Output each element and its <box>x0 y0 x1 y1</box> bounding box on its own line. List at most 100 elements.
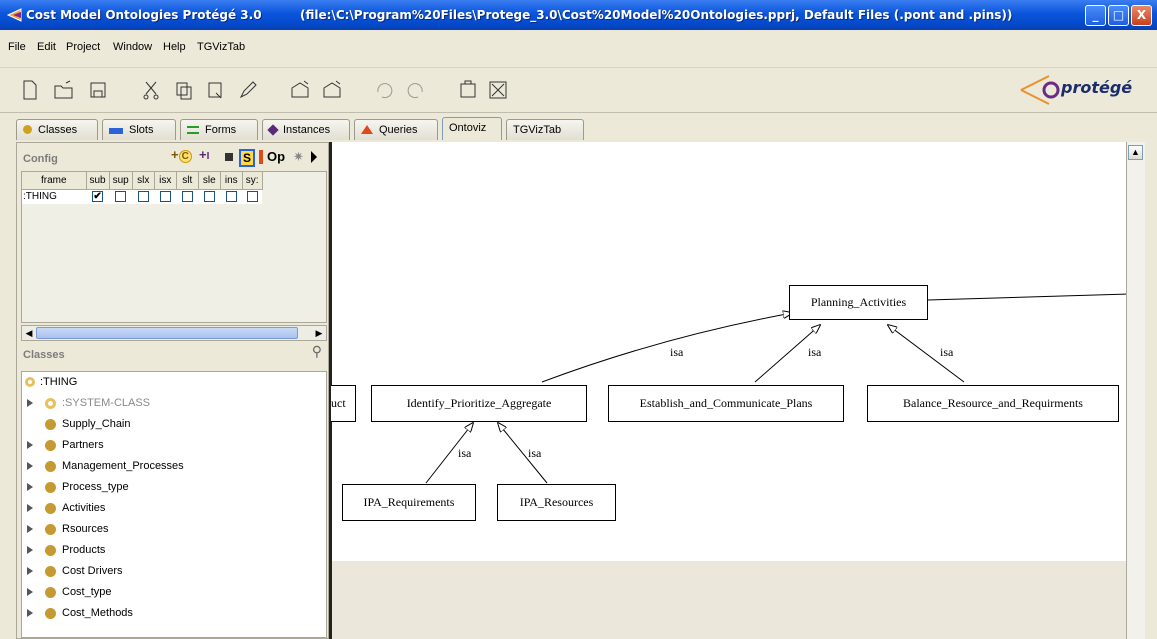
tab-slots[interactable]: Slots <box>102 119 176 140</box>
check-ins[interactable] <box>220 189 243 204</box>
scroll-right-icon[interactable]: ▶ <box>312 326 326 340</box>
check-sle[interactable] <box>198 189 221 204</box>
paste-icon[interactable] <box>204 78 228 102</box>
scroll-left-icon[interactable]: ◀ <box>22 326 36 340</box>
toolbar-more-icon[interactable] <box>311 151 317 163</box>
graph-canvas[interactable]: Planning_Activities uct Identify_Priorit… <box>331 142 1129 561</box>
menu-help[interactable]: Help <box>163 41 186 53</box>
delete-icon[interactable] <box>486 78 510 102</box>
find-class-icon[interactable]: ⚲ <box>312 343 322 360</box>
expand-icon[interactable] <box>27 546 33 554</box>
tree-item-thing[interactable]: :THING <box>22 374 326 395</box>
expand-icon[interactable] <box>27 567 33 575</box>
tab-forms[interactable]: Forms <box>180 119 258 140</box>
expand-icon[interactable] <box>27 483 33 491</box>
minimize-button[interactable]: _ <box>1085 5 1106 26</box>
col-slt[interactable]: slt <box>176 172 199 190</box>
window-titlebar[interactable]: Cost Model Ontologies Protégé 3.0 (file:… <box>0 0 1157 30</box>
menu-edit[interactable]: Edit <box>37 41 56 53</box>
class-tree[interactable]: :THING :SYSTEM-CLASS Supply_Chain Partne… <box>21 371 327 638</box>
tab-tgviztab[interactable]: TGVizTab <box>506 119 584 140</box>
cut-icon[interactable] <box>140 78 164 102</box>
create-instance-icon[interactable] <box>320 78 344 102</box>
check-sup[interactable] <box>109 189 133 204</box>
slots-toggle-icon[interactable]: S <box>239 149 256 167</box>
checkbox[interactable] <box>115 191 127 203</box>
col-sle[interactable]: sle <box>198 172 221 190</box>
maximize-button[interactable]: □ <box>1108 5 1129 26</box>
checkbox[interactable] <box>137 191 149 203</box>
close-button[interactable]: X <box>1131 5 1152 26</box>
expand-icon[interactable] <box>27 609 33 617</box>
checkbox[interactable] <box>225 191 237 203</box>
archive-icon[interactable] <box>456 78 480 102</box>
undo-icon[interactable] <box>372 78 396 102</box>
check-isx[interactable] <box>154 189 177 204</box>
edge-label-isa: isa <box>808 345 822 359</box>
tree-item-label: Partners <box>62 439 104 451</box>
node-establish-communicate-plans[interactable]: Establish_and_Communicate_Plans <box>608 385 844 422</box>
checkbox[interactable]: ✔ <box>92 191 104 203</box>
redo-icon[interactable] <box>404 78 428 102</box>
tree-item-label: Cost_type <box>62 586 112 598</box>
menu-file[interactable]: File <box>8 41 26 53</box>
add-class-icon[interactable]: + C <box>171 147 192 163</box>
open-project-icon[interactable] <box>52 78 76 102</box>
tab-classes[interactable]: Classes <box>16 119 98 140</box>
menu-window[interactable]: Window <box>113 41 152 53</box>
checkbox[interactable] <box>181 191 193 203</box>
tree-item-label: Supply_Chain <box>62 418 131 430</box>
copy-icon[interactable] <box>172 78 196 102</box>
check-sub[interactable]: ✔ <box>86 189 110 204</box>
col-sup[interactable]: sup <box>109 172 133 190</box>
menu-tgviztab[interactable]: TGVizTab <box>197 41 245 53</box>
create-class-icon[interactable] <box>288 78 312 102</box>
col-ins[interactable]: ins <box>220 172 243 190</box>
star-icon[interactable]: ✷ <box>293 149 304 165</box>
menu-project[interactable]: Project <box>66 41 100 53</box>
check-slt[interactable] <box>176 189 199 204</box>
expand-icon[interactable] <box>27 399 33 407</box>
expand-icon[interactable] <box>27 504 33 512</box>
col-frame[interactable]: frame <box>22 172 87 190</box>
class-icon <box>45 440 56 451</box>
edit-icon[interactable] <box>236 78 260 102</box>
node-partial[interactable]: uct <box>331 385 356 422</box>
check-sys[interactable] <box>242 189 263 204</box>
row-frame[interactable]: :THING <box>22 189 86 204</box>
remove-icon[interactable] <box>225 153 233 161</box>
query-icon <box>361 125 373 134</box>
col-slx[interactable]: slx <box>132 172 155 190</box>
class-icon <box>45 419 56 430</box>
save-project-icon[interactable] <box>86 78 110 102</box>
checkbox[interactable] <box>246 191 258 203</box>
expand-icon[interactable] <box>27 588 33 596</box>
expand-icon[interactable] <box>27 462 33 470</box>
tab-label: Queries <box>379 124 418 136</box>
table-row[interactable]: :THING ✔ <box>22 189 263 204</box>
node-planning-activities[interactable]: Planning_Activities <box>789 285 928 320</box>
expand-icon[interactable] <box>27 525 33 533</box>
scroll-up-icon[interactable]: ▲ <box>1128 145 1143 160</box>
tab-queries[interactable]: Queries <box>354 119 438 140</box>
node-balance-resource-requirments[interactable]: Balance_Resource_and_Requirments <box>867 385 1119 422</box>
add-instance-icon[interactable]: +I <box>199 147 209 162</box>
tab-ontoviz[interactable]: Ontoviz <box>442 117 502 140</box>
node-identify-prioritize-aggregate[interactable]: Identify_Prioritize_Aggregate <box>371 385 587 422</box>
node-ipa-requirements[interactable]: IPA_Requirements <box>342 484 476 521</box>
check-slx[interactable] <box>132 189 155 204</box>
tab-instances[interactable]: Instances <box>262 119 350 140</box>
checkbox[interactable] <box>203 191 215 203</box>
col-sys[interactable]: sy: <box>242 172 263 190</box>
options-icon[interactable]: Op <box>267 149 285 164</box>
config-hscrollbar[interactable]: ◀ ▶ <box>21 325 327 341</box>
node-ipa-resources[interactable]: IPA_Resources <box>497 484 616 521</box>
col-sub[interactable]: sub <box>86 172 110 190</box>
tab-label: Slots <box>129 124 154 136</box>
expand-icon[interactable] <box>27 441 33 449</box>
graph-vscrollbar[interactable]: ▲ <box>1126 142 1145 639</box>
new-project-icon[interactable] <box>18 78 42 102</box>
scroll-thumb[interactable] <box>36 327 298 339</box>
col-isx[interactable]: isx <box>154 172 177 190</box>
checkbox[interactable] <box>159 191 171 203</box>
